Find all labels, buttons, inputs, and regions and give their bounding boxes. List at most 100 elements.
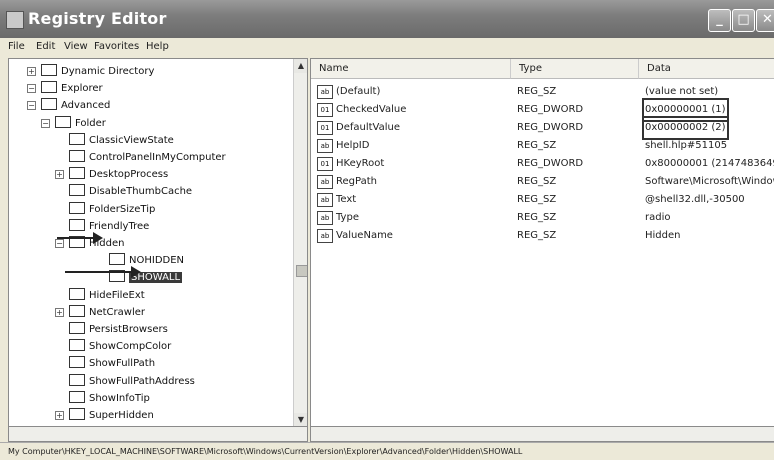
collapse-icon[interactable]: − — [27, 84, 36, 94]
column-header-type[interactable]: Type — [511, 59, 639, 79]
expand-icon[interactable]: + — [55, 307, 64, 317]
value-name: ValueName — [336, 230, 393, 241]
arrowhead-icon — [131, 266, 141, 278]
value-data: Hidden — [645, 230, 681, 241]
tree-item[interactable]: − Advanced — [27, 97, 110, 114]
tree-item-label: PersistBrowsers — [89, 324, 168, 335]
value-type: REG_SZ — [517, 86, 557, 97]
folder-icon — [69, 132, 85, 145]
value-row[interactable]: 01 DefaultValue REG_DWORD 0x00000002 (2) — [311, 116, 774, 140]
tree-item[interactable]: + SuperHidden — [55, 407, 154, 424]
folder-icon — [69, 218, 85, 231]
tree-item-label: DisableThumbCache — [89, 186, 193, 198]
value-row[interactable]: ab Type REG_SZ radio — [311, 209, 774, 227]
scroll-up-icon[interactable]: ▲ — [294, 59, 307, 73]
string-value-icon: ab — [317, 229, 333, 243]
minimize-button[interactable]: _ — [708, 9, 731, 32]
value-type: REG_DWORD — [517, 122, 584, 133]
menu-bar: File Edit View Favorites Help — [0, 38, 774, 56]
folder-icon — [41, 98, 57, 111]
column-header-name[interactable]: Name — [311, 59, 511, 79]
value-type: REG_DWORD — [517, 158, 584, 169]
tree-item[interactable]: ControlPanelInMyComputer — [69, 149, 226, 166]
value-type: REG_SZ — [517, 230, 557, 241]
menu-view[interactable]: View — [64, 41, 88, 52]
value-name: RegPath — [336, 176, 377, 187]
value-data: 0x00000002 (2) — [642, 116, 729, 140]
tree-item[interactable]: HideFileExt — [69, 287, 145, 304]
menu-file[interactable]: File — [8, 41, 25, 52]
menu-edit[interactable]: Edit — [36, 41, 55, 52]
tree-item[interactable]: NOHIDDEN — [109, 252, 184, 269]
close-button[interactable]: ✕ — [756, 9, 774, 32]
tree-item-label: NetCrawler — [89, 306, 145, 318]
value-row[interactable]: 01 HKeyRoot REG_DWORD 0x80000001 (214748364… — [311, 155, 774, 173]
tree-item[interactable]: + Dynamic Directory — [27, 63, 155, 80]
value-name: Text — [336, 194, 357, 205]
value-name: CheckedValue — [336, 104, 407, 115]
expand-icon[interactable]: + — [27, 67, 36, 76]
folder-icon — [69, 408, 85, 420]
value-data: shell.hlp#51105 — [645, 140, 728, 151]
tree-item[interactable]: ShowInfoTip — [69, 390, 150, 407]
tree-item[interactable]: ShowFullPath — [69, 355, 155, 372]
tree-item-label: HideFileExt — [89, 289, 145, 301]
tree-item[interactable]: ShowFullPathAddress — [69, 373, 195, 390]
value-row[interactable]: abRegPath REG_SZ Software\Microsoft\Window… — [311, 173, 774, 191]
value-row[interactable]: ab (Default) REG_SZ (value not set) — [311, 83, 774, 101]
window-title: Registry Editor — [28, 9, 167, 28]
value-type: REG_SZ — [517, 176, 557, 187]
menu-help[interactable]: Help — [146, 41, 169, 52]
scroll-down-icon[interactable]: ▼ — [294, 413, 307, 427]
tree-item[interactable]: PersistBrowsers — [69, 321, 168, 338]
menu-favorites[interactable]: Favorites — [94, 41, 139, 52]
tree-item[interactable]: − Explorer — [27, 80, 103, 97]
string-value-icon: ab — [317, 175, 333, 189]
folder-icon — [69, 390, 85, 403]
tree-item[interactable]: FolderSizeTip — [69, 201, 155, 218]
tree-item-label: Explorer — [61, 83, 103, 95]
binary-value-icon: 01 — [317, 103, 333, 117]
tree-item-label: ControlPanelInMyComputer — [89, 152, 226, 163]
value-row[interactable]: ab ValueName REG_SZ Hidden — [311, 227, 774, 245]
scroll-thumb[interactable] — [296, 265, 307, 277]
tree-item-label: Dynamic Directory — [61, 66, 155, 77]
list-horizontal-scrollbar[interactable] — [310, 426, 774, 442]
tree-item[interactable]: ShowCompColor — [69, 338, 171, 355]
value-name: Type — [336, 212, 359, 223]
tree-vertical-scrollbar[interactable]: ▲ ▼ — [293, 59, 307, 427]
expand-icon[interactable]: + — [55, 411, 64, 420]
tree-item-label: SuperHidden — [89, 410, 154, 421]
tree-item-label: ShowFullPathAddress — [89, 375, 195, 387]
title-bar[interactable]: Registry Editor _ □ ✕ — [0, 0, 774, 38]
tree-item[interactable]: + NetCrawler — [55, 304, 145, 321]
collapse-icon[interactable]: − — [27, 101, 36, 111]
tree-item[interactable]: DisableThumbCache — [69, 183, 192, 200]
string-value-icon: ab — [317, 211, 333, 225]
registry-key-tree[interactable]: + Dynamic Directory − Explorer − Advanced − Fol… — [8, 58, 308, 428]
string-value-icon: ab — [317, 139, 333, 153]
value-type: REG_SZ — [517, 194, 557, 205]
tree-item[interactable]: FriendlyTree — [69, 218, 149, 235]
annotation-arrow-hidden — [57, 237, 95, 239]
maximize-button[interactable]: □ — [732, 9, 755, 32]
collapse-icon[interactable]: − — [41, 118, 50, 128]
tree-item[interactable]: ClassicViewState — [69, 132, 174, 149]
status-bar-path: My Computer\HKEY_LOCAL_MACHINE\SOFTWARE\… — [0, 442, 774, 460]
expand-icon[interactable]: + — [55, 170, 64, 180]
tree-horizontal-scrollbar[interactable] — [8, 426, 308, 442]
tree-item-label: FolderSizeTip — [89, 203, 156, 215]
column-header-data[interactable]: Data — [639, 59, 774, 79]
tree-item-label: ShowInfoTip — [89, 392, 150, 404]
tree-item-label: ClassicViewState — [89, 134, 174, 146]
tree-item-label: ShowCompColor — [89, 341, 172, 353]
value-row[interactable]: ab HelpID REG_SZ shell.hlp#51105 — [311, 137, 774, 155]
value-data: (value not set) — [645, 86, 719, 97]
binary-value-icon: 01 — [317, 157, 333, 171]
collapse-icon[interactable]: − — [55, 239, 64, 248]
value-row[interactable]: ab Text REG_SZ @shell32.dll,-30500 — [311, 191, 774, 209]
value-row[interactable]: 01 CheckedValue REG_DWORD 0x00000001 (1) — [311, 98, 774, 122]
tree-item[interactable]: + DesktopProcess — [55, 166, 168, 183]
values-list[interactable]: Name Type Data ab (Default) REG_SZ (value n… — [310, 58, 774, 428]
tree-item[interactable]: − Folder — [41, 115, 106, 132]
